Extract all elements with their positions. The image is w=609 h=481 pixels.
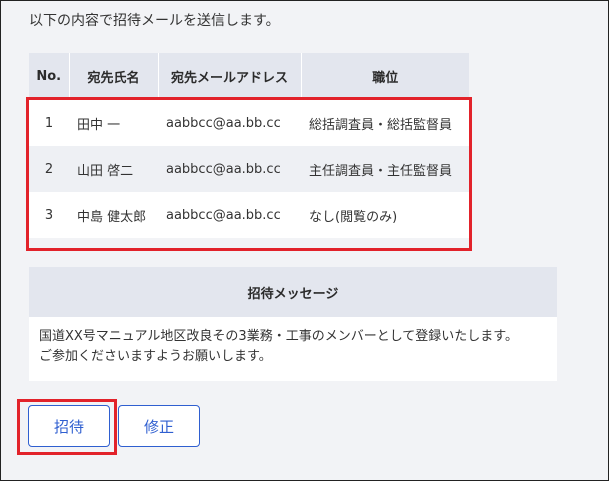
invite-message-line: ご参加くださいますようお願いします。 <box>39 349 272 364</box>
intro-text: 以下の内容で招待メールを送信します。 <box>29 13 280 29</box>
edit-button[interactable]: 修正 <box>118 405 200 447</box>
invite-button-highlight-box <box>17 399 117 455</box>
invite-confirmation-panel: 以下の内容で招待メールを送信します。 No. 宛先氏名 宛先メールアドレス 職位… <box>0 0 609 481</box>
recipients-highlight-box <box>26 97 472 251</box>
invite-message-box: 招待メッセージ 国道XX号マニュアル地区改良その3業務・工事のメンバーとして登録… <box>29 267 557 381</box>
invite-message-body: 国道XX号マニュアル地区改良その3業務・工事のメンバーとして登録いたします。 ご… <box>29 317 557 367</box>
header-no: No. <box>29 53 70 100</box>
header-position: 職位 <box>301 53 469 100</box>
table-header-row: No. 宛先氏名 宛先メールアドレス 職位 <box>29 53 469 100</box>
invite-message-line: 国道XX号マニュアル地区改良その3業務・工事のメンバーとして登録いたします。 <box>39 329 519 344</box>
header-email: 宛先メールアドレス <box>158 53 302 100</box>
invite-message-title: 招待メッセージ <box>29 267 557 317</box>
header-name: 宛先氏名 <box>69 53 159 100</box>
